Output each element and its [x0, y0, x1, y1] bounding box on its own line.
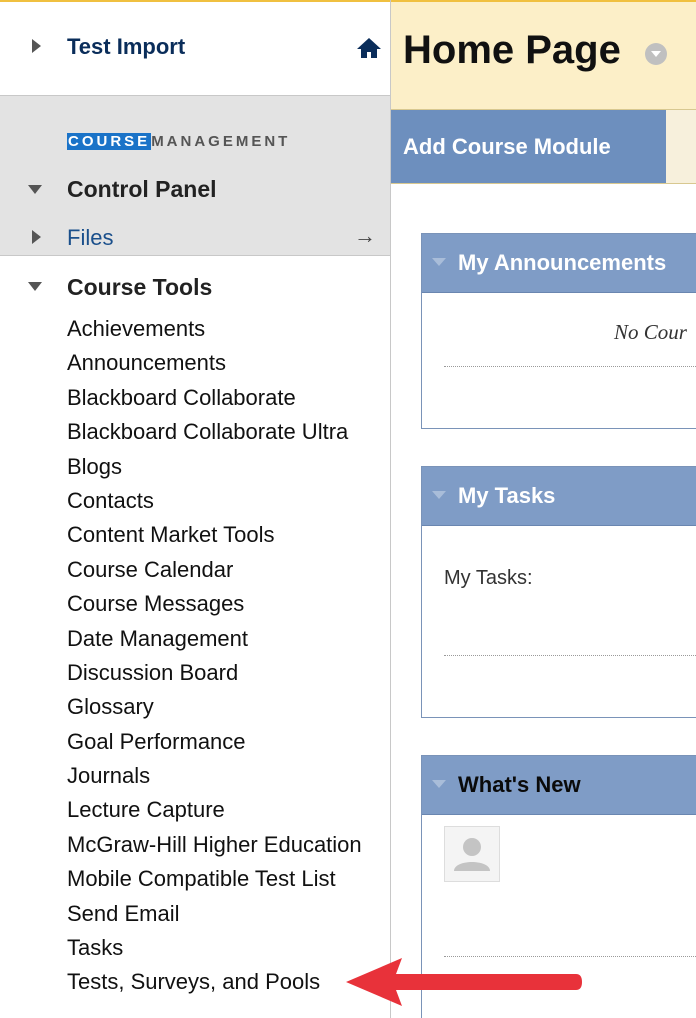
course-menu: Test Import COURSEMANAGEMENT Control Pan… — [0, 0, 391, 1018]
module-header[interactable]: What's New — [422, 756, 696, 815]
tool-item-content-market-tools[interactable]: Content Market Tools — [67, 523, 362, 557]
tool-item-goal-performance[interactable]: Goal Performance — [67, 729, 362, 764]
tool-item-blackboard-collaborate[interactable]: Blackboard Collaborate — [67, 385, 362, 420]
tool-item-course-calendar[interactable]: Course Calendar — [67, 557, 362, 592]
home-icon[interactable] — [356, 36, 382, 60]
collapse-triangle-icon[interactable] — [28, 185, 42, 194]
collapse-triangle-icon[interactable] — [432, 491, 446, 499]
files-link[interactable]: Files — [67, 225, 113, 251]
module-my-announcements: My Announcements No Cour — [421, 233, 696, 429]
module-header[interactable]: My Announcements — [422, 234, 696, 293]
course-management-heading-rest: MANAGEMENT — [151, 133, 291, 150]
tool-item-announcements[interactable]: Announcements — [67, 351, 362, 385]
control-panel-label[interactable]: Control Panel — [67, 176, 217, 203]
collapse-triangle-icon[interactable] — [432, 258, 446, 266]
module-title: My Announcements — [458, 250, 667, 275]
action-bar: Add Course Module — [391, 110, 696, 184]
tool-item-contacts[interactable]: Contacts — [67, 488, 362, 523]
page-header: Home Page — [391, 0, 696, 110]
collapse-triangle-icon[interactable] — [28, 282, 42, 291]
module-title: What's New — [458, 772, 581, 797]
tool-item-mcgraw-hill[interactable]: McGraw-Hill Higher Education — [67, 832, 362, 867]
chevron-down-icon[interactable] — [645, 43, 667, 65]
course-management-panel: COURSEMANAGEMENT Control Panel Files → — [0, 96, 390, 256]
divider — [444, 655, 696, 656]
module-my-tasks: My Tasks My Tasks: — [421, 466, 696, 718]
tool-item-tests-surveys-pools[interactable]: Tests, Surveys, and Pools — [67, 970, 362, 1004]
tool-item-blackboard-collaborate-ultra[interactable]: Blackboard Collaborate Ultra — [67, 420, 362, 454]
course-title-link[interactable]: Test Import — [67, 34, 185, 60]
tool-item-course-messages[interactable]: Course Messages — [67, 591, 362, 626]
expand-triangle-icon[interactable] — [32, 39, 41, 53]
tool-item-glossary[interactable]: Glossary — [67, 695, 362, 729]
tool-item-blogs[interactable]: Blogs — [67, 454, 362, 489]
divider — [444, 366, 696, 367]
expand-triangle-icon[interactable] — [32, 230, 41, 244]
tool-item-journals[interactable]: Journals — [67, 763, 362, 798]
main-content: Home Page Add Course Module My Announcem… — [391, 0, 696, 1018]
course-management-heading-highlight: COURSE — [67, 133, 152, 150]
arrow-right-icon[interactable]: → — [354, 223, 376, 249]
module-title: My Tasks — [458, 483, 556, 508]
empty-state-text: No Cour — [614, 320, 687, 344]
tool-item-discussion-board[interactable]: Discussion Board — [67, 660, 362, 695]
page-title: Home Page — [403, 28, 621, 72]
collapse-triangle-icon[interactable] — [432, 780, 446, 788]
tool-item-date-management[interactable]: Date Management — [67, 626, 362, 661]
avatar — [444, 826, 500, 882]
module-header[interactable]: My Tasks — [422, 467, 696, 526]
course-tools-list: Achievements Announcements Blackboard Co… — [67, 316, 362, 1005]
tool-item-tasks[interactable]: Tasks — [67, 935, 362, 970]
tasks-label: My Tasks: — [444, 567, 533, 589]
red-arrow-icon — [346, 958, 582, 1006]
tool-item-mobile-compatible-test-list[interactable]: Mobile Compatible Test List — [67, 867, 362, 901]
course-management-heading: COURSEMANAGEMENT — [67, 133, 290, 150]
tool-item-send-email[interactable]: Send Email — [67, 901, 362, 936]
course-tools-label[interactable]: Course Tools — [67, 274, 212, 301]
tool-item-achievements[interactable]: Achievements — [67, 316, 362, 351]
user-placeholder-icon — [454, 838, 490, 871]
add-course-module-button[interactable]: Add Course Module — [391, 110, 666, 183]
tool-item-lecture-capture[interactable]: Lecture Capture — [67, 798, 362, 832]
course-title-bar: Test Import — [0, 0, 390, 96]
